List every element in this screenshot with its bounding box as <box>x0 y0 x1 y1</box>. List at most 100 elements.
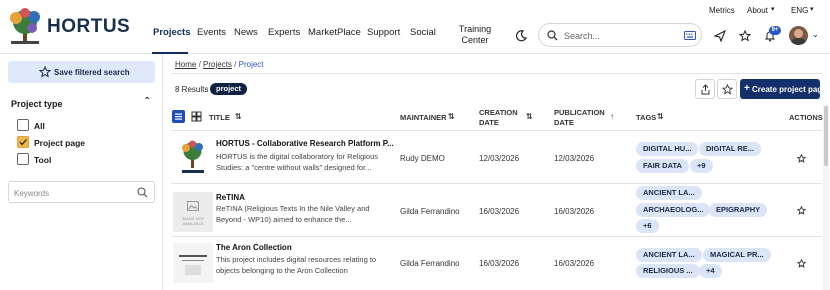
image-not-available-placeholder: IMAGE NOT AVAILABLE <box>173 192 213 232</box>
nav-training-center[interactable]: Training Center <box>452 24 498 46</box>
maintainer: Gilda Ferrandino <box>400 207 460 216</box>
list-view-toggle[interactable] <box>172 110 185 123</box>
creation-date: 16/03/2026 <box>479 259 520 268</box>
chevron-down-icon[interactable]: ⌄ <box>812 30 819 39</box>
project-type-heading: Project type <box>11 99 63 109</box>
sort-icon[interactable]: ⇅ <box>448 112 455 122</box>
column-title[interactable]: TITLE <box>209 113 230 123</box>
about-menu[interactable]: About <box>747 6 768 15</box>
publication-date: 16/03/2026 <box>554 259 595 268</box>
column-publication-line-2: DATE <box>554 118 574 127</box>
sort-ascending-icon[interactable]: ↑ <box>610 112 614 122</box>
share-button[interactable] <box>695 79 715 99</box>
sort-icon[interactable]: ⇅ <box>235 112 242 122</box>
more-tags-chip[interactable]: +4 <box>699 264 722 278</box>
project-title[interactable]: ReTINA <box>216 193 245 202</box>
checkbox[interactable] <box>17 153 29 165</box>
search-box[interactable]: Search... <box>538 23 702 47</box>
tag-chip[interactable]: ARCHAEOLOG... <box>636 203 711 217</box>
brand-name: HORTUS <box>47 16 131 37</box>
filter-option-label: Project page <box>34 138 86 148</box>
checkbox[interactable] <box>17 119 29 131</box>
creation-date: 12/03/2026 <box>479 154 520 163</box>
divider <box>171 130 822 131</box>
star-icon[interactable] <box>796 258 806 268</box>
nav-social[interactable]: Social <box>410 27 436 38</box>
nav-news[interactable]: News <box>234 27 258 38</box>
breadcrumb-home[interactable]: Home <box>175 60 196 69</box>
sort-icon[interactable]: ⇅ <box>526 112 533 122</box>
column-creation-date[interactable]: CREATION DATE <box>479 108 518 128</box>
search-input[interactable]: Search... <box>564 31 600 41</box>
plus-icon: + <box>744 83 750 94</box>
more-tags-chip[interactable]: +9 <box>690 159 713 173</box>
star-icon[interactable] <box>796 153 806 163</box>
project-description: This project includes digital resources … <box>216 254 384 276</box>
tag-chip[interactable]: DIGITAL HU... <box>636 142 699 156</box>
sort-icon[interactable]: ⇅ <box>657 112 664 122</box>
nav-marketplace[interactable]: MarketPlace <box>308 27 361 38</box>
hortus-logo-thumbnail <box>182 140 204 173</box>
search-icon[interactable] <box>137 187 148 198</box>
keywords-field[interactable]: Keywords <box>8 181 155 203</box>
divider <box>171 236 822 237</box>
column-creation-line-2: DATE <box>479 118 499 127</box>
active-filter-chip[interactable]: project <box>210 83 248 95</box>
tag-chip[interactable]: DIGITAL RE... <box>699 142 762 156</box>
share-icon <box>701 84 710 95</box>
star-icon[interactable] <box>738 29 751 42</box>
project-title[interactable]: HORTUS - Collaborative Research Platform… <box>216 139 394 148</box>
favorite-filter-button[interactable] <box>717 79 737 99</box>
column-maintainer[interactable]: MAINTAINER <box>400 113 447 123</box>
breadcrumb-projects[interactable]: Projects <box>203 60 232 69</box>
results-count: 8 Results <box>175 85 209 94</box>
avatar[interactable] <box>789 26 808 45</box>
description-line: HORTUS is the digital collaboratory for … <box>216 152 379 161</box>
breadcrumb-current: Project <box>238 60 264 69</box>
search-icon <box>547 30 558 41</box>
tag-chip[interactable]: FAIR DATA <box>636 159 689 173</box>
creation-date: 16/03/2026 <box>479 207 520 216</box>
divider <box>171 183 822 184</box>
tag-chip[interactable]: ANCIENT LA... <box>636 186 702 200</box>
checkbox-checked[interactable] <box>17 136 29 148</box>
create-project-page-button[interactable]: + Create project page <box>740 79 827 99</box>
tag-chip[interactable]: MAGICAL PR... <box>703 248 771 262</box>
nav-projects[interactable]: Projects <box>153 27 191 38</box>
tag-chip[interactable]: EPIGRAPHY <box>709 203 768 217</box>
column-tags[interactable]: TAGS <box>636 113 656 123</box>
description-line: This project includes digital resources … <box>216 255 377 264</box>
maintainer: Gilda Ferrandino <box>400 259 460 268</box>
metrics-link[interactable]: Metrics <box>709 6 735 15</box>
dark-mode-icon[interactable] <box>514 29 528 43</box>
scrollbar-thumb[interactable] <box>824 106 828 166</box>
star-icon[interactable] <box>796 205 806 215</box>
project-description: ReTINA (Religious Texts In the Nile Vall… <box>216 203 384 225</box>
keywords-input[interactable]: Keywords <box>14 189 49 198</box>
nav-support[interactable]: Support <box>367 27 400 38</box>
save-filtered-search-label: Save filtered search <box>54 68 130 77</box>
column-publication-line-1: PUBLICATION <box>554 108 605 117</box>
send-icon[interactable] <box>713 29 726 42</box>
tag-chip[interactable]: ANCIENT LA... <box>636 248 702 262</box>
more-tags-chip[interactable]: +6 <box>636 219 659 233</box>
project-thumbnail[interactable] <box>173 137 213 177</box>
nav-training-line-1: Training <box>458 24 492 34</box>
nav-experts[interactable]: Experts <box>268 27 300 38</box>
save-filtered-search-button[interactable]: Save filtered search <box>8 61 155 83</box>
nav-events[interactable]: Events <box>197 27 226 38</box>
chevron-down-icon: ▾ <box>771 6 775 13</box>
project-thumbnail[interactable] <box>173 243 213 283</box>
description-line: Beyond - WP10) aimed to enhance the... <box>216 215 352 224</box>
no-image-line: AVAILABLE <box>182 221 204 226</box>
chevron-up-icon[interactable]: ⌃ <box>143 96 151 107</box>
description-line: ReTINA (Religious Texts In the Nile Vall… <box>216 204 370 213</box>
check-icon <box>19 139 27 146</box>
language-menu[interactable]: ENG <box>791 6 808 15</box>
grid-view-toggle[interactable] <box>190 110 203 123</box>
keyboard-icon[interactable] <box>684 31 696 40</box>
list-icon <box>175 113 182 120</box>
project-title[interactable]: The Aron Collection <box>216 243 292 252</box>
column-publication-date[interactable]: PUBLICATION DATE <box>554 108 605 128</box>
tag-chip[interactable]: RELIGIOUS ... <box>636 264 700 278</box>
